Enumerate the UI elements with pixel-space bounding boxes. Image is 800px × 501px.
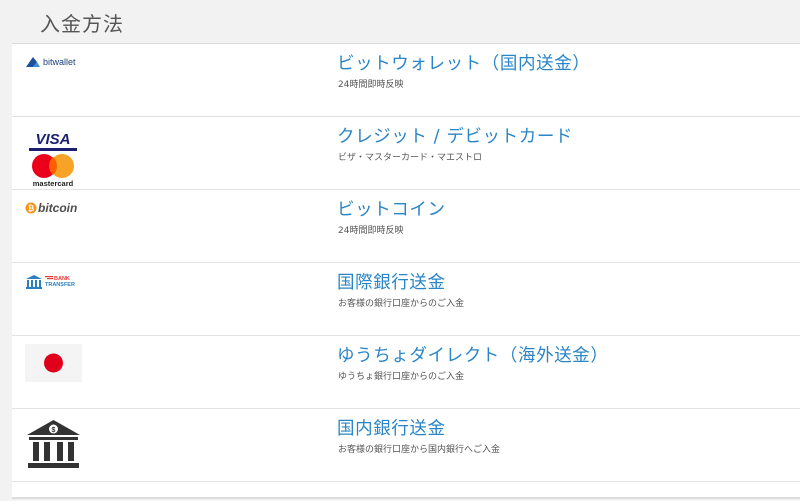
bitwallet-logo: bitwallet (26, 57, 76, 67)
payment-method-yucho-direct[interactable]: ゆうちょダイレクト（海外送金） ゆうちょ銀行口座からのご入金 (12, 336, 800, 409)
svg-text:₿: ₿ (28, 204, 35, 213)
svg-text:bitwallet: bitwallet (43, 57, 76, 67)
divider (12, 497, 800, 499)
method-title: ビットコイン (337, 200, 446, 220)
method-title: ゆうちょダイレクト（海外送金） (337, 346, 609, 366)
page-title: 入金方法 (40, 12, 124, 36)
payment-method-bitcoin[interactable]: ₿ bitcoin ビットコイン 24時間即時反映 (12, 190, 800, 263)
svg-text:$: $ (52, 427, 56, 434)
method-title: クレジット / デビットカード (337, 127, 574, 147)
payment-method-list: bitwallet ビットウォレット（国内送金） 24時間即時反映 VISA m… (12, 44, 800, 499)
method-title: ビットウォレット（国内送金） (337, 54, 591, 74)
japan-flag-logo (25, 344, 82, 382)
method-subtitle: お客様の銀行口座から国内銀行へご入金 (338, 445, 501, 455)
payment-method-card[interactable]: VISA mastercard クレジット / デビットカード ビザ・マスターカ… (12, 117, 800, 190)
payment-method-international-bank[interactable]: BANK TRANSFER 国際銀行送金 お客様の銀行口座からのご入金 (12, 263, 800, 336)
svg-text:TRANSFER: TRANSFER (45, 282, 75, 288)
svg-text:mastercard: mastercard (33, 179, 74, 188)
method-title: 国際銀行送金 (337, 273, 446, 293)
payment-method-domestic-bank[interactable]: $ 国内銀行送金 お客様の銀行口座から国内銀行へご入金 (12, 409, 800, 482)
method-subtitle: 24時間即時反映 (338, 80, 404, 90)
method-subtitle: ビザ・マスターカード・マエストロ (338, 153, 483, 163)
bitcoin-logo: ₿ bitcoin (25, 201, 77, 215)
bank-transfer-logo: BANK TRANSFER (26, 275, 75, 289)
bank-building-logo: $ (25, 417, 82, 474)
svg-text:VISA: VISA (35, 131, 70, 148)
svg-text:bitcoin: bitcoin (38, 201, 77, 215)
method-subtitle: お客様の銀行口座からのご入金 (338, 299, 465, 309)
visa-mastercard-logo: VISA mastercard (25, 125, 81, 188)
method-subtitle: 24時間即時反映 (338, 226, 404, 236)
method-title: 国内銀行送金 (337, 419, 446, 439)
page: 入金方法 bitwallet ビットウォレット（国内送金） 24時間即時反映 V… (0, 0, 800, 501)
payment-method-bitwallet[interactable]: bitwallet ビットウォレット（国内送金） 24時間即時反映 (12, 44, 800, 117)
method-subtitle: ゆうちょ銀行口座からのご入金 (338, 372, 465, 382)
section-header: 入金方法 (12, 0, 800, 44)
